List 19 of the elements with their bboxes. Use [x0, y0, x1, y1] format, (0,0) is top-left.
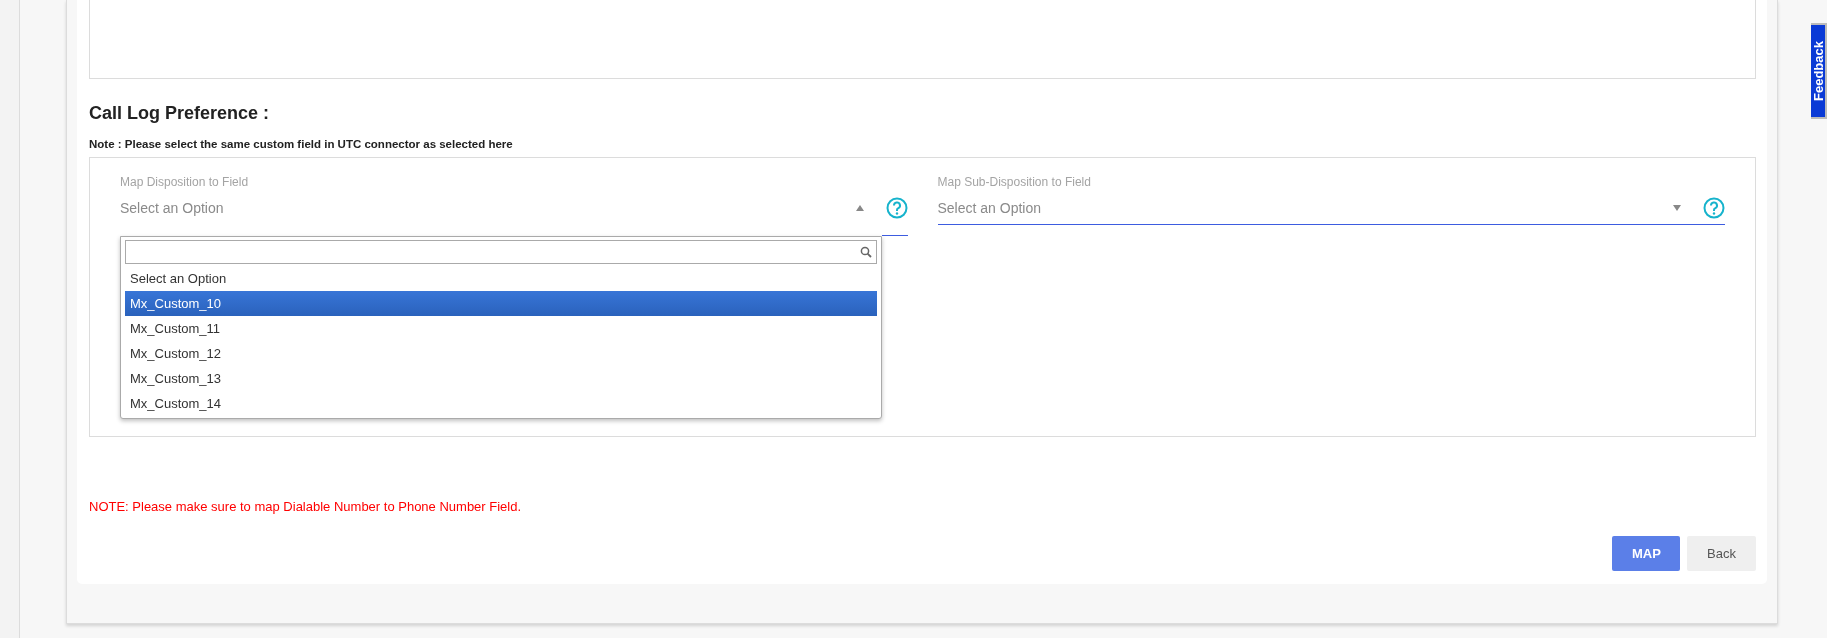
- warning-text: NOTE: Please make sure to map Dialable Number to Phone Number Field.: [89, 499, 522, 514]
- dropdown-option[interactable]: Select an Option: [125, 266, 877, 291]
- help-icon[interactable]: [885, 196, 908, 219]
- field-label: Map Sub-Disposition to Field: [937, 175, 1091, 189]
- section-title: Call Log Preference :: [89, 103, 270, 124]
- field-label: Map Disposition to Field: [120, 175, 249, 189]
- dropdown-option[interactable]: Mx_Custom_10: [125, 291, 877, 316]
- caret-icon: [855, 204, 864, 211]
- help-icon[interactable]: [1703, 196, 1725, 219]
- dropdown-option[interactable]: Mx_Custom_11: [125, 316, 877, 341]
- dropdown-option[interactable]: Mx_Custom_12: [125, 341, 877, 366]
- dropdown-option[interactable]: Mx_Custom_14: [125, 391, 877, 416]
- search-icon: [860, 246, 872, 258]
- dropdown-option[interactable]: Mx_Custom_13: [125, 366, 877, 391]
- caret-icon: [1673, 204, 1681, 211]
- back-button[interactable]: Back: [1687, 536, 1756, 571]
- feedback-tab[interactable]: Feedback: [1811, 23, 1827, 119]
- note-text: Note : Please select the same custom field in UTC connector as selected here: [89, 138, 513, 150]
- map-button[interactable]: MAP: [1612, 536, 1680, 571]
